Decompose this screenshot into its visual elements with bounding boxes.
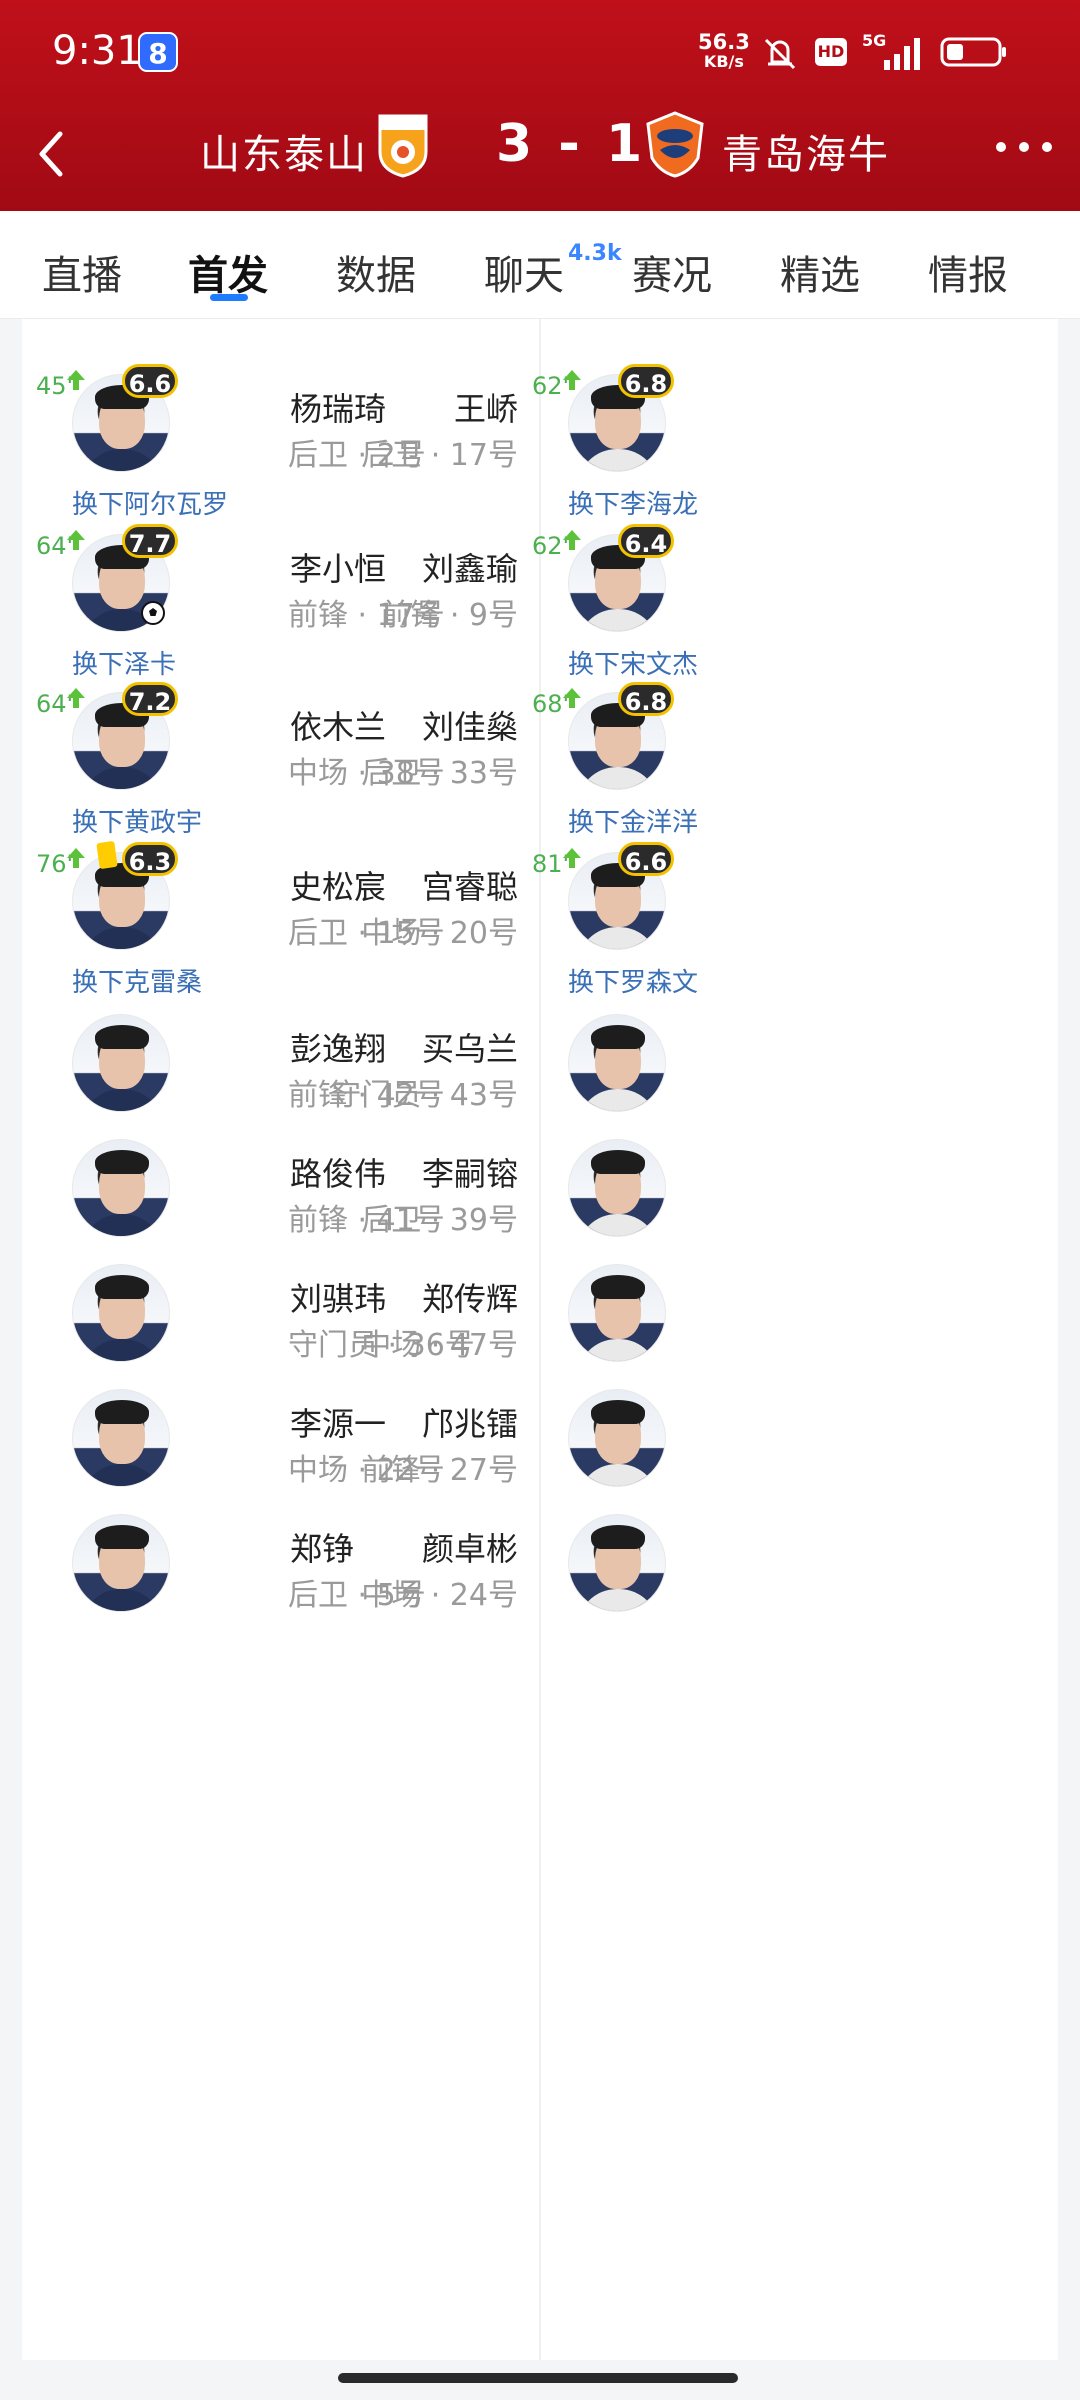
away-player-row[interactable]: 6.8 62' 换下李海龙 王峤 后卫 · 17号 [22, 364, 1058, 520]
player-position-number: 中场 · 24号 [361, 1578, 518, 1613]
back-icon[interactable] [32, 124, 72, 184]
chat-count-badge: 4.3k [568, 241, 622, 266]
home-team-name[interactable]: 山东泰山 [200, 122, 368, 180]
avatar-shirt [577, 449, 659, 471]
avatar-hair [591, 1275, 645, 1299]
more-options-icon[interactable] [994, 140, 1054, 154]
sub-in-arrow-icon [563, 530, 581, 550]
status-bar: 9:31 8 56.3 KB/s HD 5G [0, 0, 1080, 100]
player-position-number: 中场 · 47号 [361, 1328, 518, 1363]
avatar-shirt [577, 609, 659, 631]
player-avatar[interactable] [568, 1264, 666, 1362]
player-avatar[interactable] [568, 1389, 666, 1487]
player-name[interactable]: 颜卓彬 [422, 1524, 518, 1570]
away-team-crest-icon[interactable] [644, 110, 706, 178]
tab-chat[interactable]: 聊天 [484, 243, 564, 301]
tab-live[interactable]: 直播 [42, 243, 122, 301]
active-tab-indicator [210, 294, 248, 301]
avatar-shirt [577, 1214, 659, 1236]
svg-text:5G: 5G [862, 31, 886, 50]
hd-icon: HD [815, 38, 847, 66]
network-speed-unit: KB/s [703, 52, 744, 71]
player-position-number: 后卫 · 17号 [361, 438, 518, 473]
home-team-crest-icon[interactable] [376, 112, 430, 178]
avatar-shirt [577, 1339, 659, 1361]
network-speed-value: 56.3 [698, 30, 750, 54]
substitution-note: 换下李海龙 [568, 490, 699, 520]
substitution-note: 换下罗森文 [568, 968, 699, 998]
substitution-note: 换下金洋洋 [568, 808, 699, 838]
sub-in-arrow-icon [563, 848, 581, 868]
away-player-row[interactable]: 6.4 62' 换下宋文杰 刘鑫瑜 前锋 · 9号 [22, 524, 1058, 680]
sub-in-arrow-icon [563, 688, 581, 708]
avatar-shirt [577, 1589, 659, 1611]
player-name[interactable]: 宫睿聪 [422, 862, 518, 908]
away-player-row[interactable]: 颜卓彬中场 · 24号 [22, 1514, 1058, 1654]
player-position-number: 后卫 · 39号 [361, 1203, 518, 1238]
tab-stats[interactable]: 数据 [336, 243, 416, 301]
player-name[interactable]: 王峤 [454, 384, 518, 430]
signal-icon: 5G [862, 31, 920, 70]
tab-bar: 直播 首发 数据 聊天 4.3k 赛况 精选 情报 [0, 211, 1080, 319]
player-rating-badge: 6.6 [618, 842, 674, 876]
substitution-note: 换下宋文杰 [568, 650, 699, 680]
player-rating-badge: 6.8 [618, 364, 674, 398]
match-score: 3 - 1 [496, 114, 647, 174]
away-player-row[interactable]: 李嗣镕后卫 · 39号 [22, 1139, 1058, 1279]
player-position-number: 前锋 · 27号 [361, 1453, 518, 1488]
away-team-name[interactable]: 青岛海牛 [722, 122, 890, 180]
tab-intel[interactable]: 情报 [928, 243, 1008, 301]
avatar-shirt [577, 927, 659, 949]
match-nav: 山东泰山 3 - 1 青岛海牛 [0, 100, 1080, 211]
player-name[interactable]: 刘鑫瑜 [422, 544, 518, 590]
away-player-row[interactable]: 6.8 68' 换下金洋洋 刘佳燊 后卫 · 33号 [22, 682, 1058, 838]
avatar-shirt [577, 1464, 659, 1486]
network-speed: 56.3 KB/s [698, 32, 750, 72]
avatar-hair [591, 1025, 645, 1049]
player-name[interactable]: 刘佳燊 [422, 702, 518, 748]
player-avatar[interactable] [568, 1139, 666, 1237]
player-position-number: 后卫 · 33号 [361, 756, 518, 791]
avatar-hair [591, 1525, 645, 1549]
match-header: 9:31 8 56.3 KB/s HD 5G 山东泰山 3 - 1 青岛海牛 [0, 0, 1080, 211]
player-avatar[interactable] [568, 1014, 666, 1112]
player-rating-badge: 6.4 [618, 524, 674, 558]
avatar-hair [591, 1400, 645, 1424]
avatar-hair [591, 1150, 645, 1174]
player-rating-badge: 6.8 [618, 682, 674, 716]
mute-icon [764, 38, 796, 70]
away-player-row[interactable]: 郑传辉中场 · 47号 [22, 1264, 1058, 1404]
player-position-number: 前锋 · 9号 [380, 598, 518, 633]
battery-icon [940, 37, 1006, 67]
away-player-row[interactable]: 邝兆镭前锋 · 27号 [22, 1389, 1058, 1529]
player-name[interactable]: 买乌兰 [422, 1024, 518, 1070]
sub-in-arrow-icon [563, 370, 581, 390]
avatar-shirt [577, 767, 659, 789]
player-position-number: 守门员 · 43号 [331, 1078, 518, 1113]
status-time: 9:31 [52, 28, 142, 74]
player-name[interactable]: 郑传辉 [422, 1274, 518, 1320]
tab-highlights[interactable]: 精选 [780, 243, 860, 301]
home-indicator[interactable] [338, 2373, 738, 2383]
notification-badge: 8 [138, 32, 178, 72]
tab-lineup[interactable]: 首发 [188, 243, 268, 301]
player-position-number: 中场 · 20号 [361, 916, 518, 951]
player-name[interactable]: 李嗣镕 [422, 1149, 518, 1195]
avatar-shirt [577, 1089, 659, 1111]
player-name[interactable]: 邝兆镭 [422, 1399, 518, 1445]
player-avatar[interactable] [568, 1514, 666, 1612]
away-player-row[interactable]: 6.6 81' 换下罗森文 宫睿聪 中场 · 20号 [22, 842, 1058, 998]
lineup-card: 6.6 45' 换下阿尔瓦罗 杨瑞琦 后卫 · 2号 7.7 64' 换下泽卡 李小恒 前锋 · … [22, 319, 1058, 2360]
tab-match-events[interactable]: 赛况 [632, 243, 712, 301]
away-player-row[interactable]: 买乌兰守门员 · 43号 [22, 1014, 1058, 1154]
